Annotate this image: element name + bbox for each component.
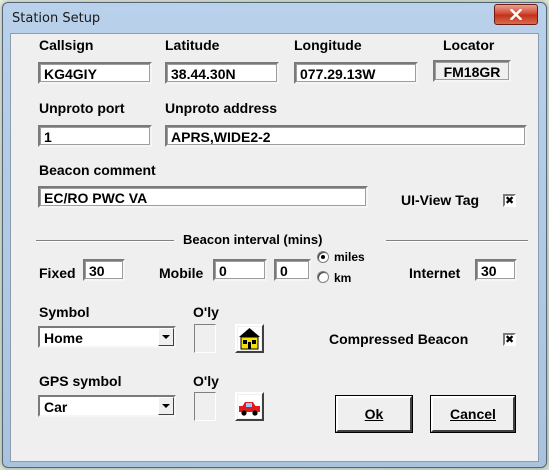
fixed-label: Fixed — [39, 265, 76, 281]
title-bar[interactable]: Station Setup — [3, 3, 546, 33]
uiview-tag-label: UI-View Tag — [401, 192, 480, 208]
chevron-down-icon — [162, 403, 170, 408]
internet-label: Internet — [409, 265, 461, 281]
overlay-label: O'ly — [193, 304, 219, 320]
divider-left — [36, 240, 174, 242]
gps-symbol-icon-button[interactable] — [235, 392, 264, 421]
check-mark-icon: ✖ — [505, 333, 515, 346]
check-mark-icon: ✖ — [505, 194, 515, 207]
gps-symbol-selected: Car — [44, 399, 68, 415]
dialog-body: Callsign Latitude Longitude Locator KG4G… — [10, 33, 539, 462]
unproto-port-input[interactable]: 1 — [38, 125, 152, 147]
beacon-comment-input[interactable]: EC/RO PWC VA — [38, 186, 368, 208]
cancel-button-label: Cancel — [450, 406, 496, 422]
mobile-distance-input[interactable]: 0 — [274, 259, 311, 281]
unproto-address-input[interactable]: APRS,WIDE2-2 — [165, 125, 527, 147]
gps-overlay-box[interactable] — [194, 392, 216, 421]
car-icon — [238, 395, 261, 418]
unproto-address-label: Unproto address — [165, 100, 278, 116]
gps-symbol-dropdown-button[interactable] — [158, 397, 174, 415]
window-title: Station Setup — [12, 11, 101, 26]
gps-symbol-label: GPS symbol — [39, 373, 122, 389]
ok-button[interactable]: Ok — [335, 395, 413, 433]
symbol-overlay-box[interactable] — [194, 324, 216, 353]
km-radio[interactable] — [317, 271, 329, 283]
internet-interval-input[interactable]: 30 — [475, 259, 517, 281]
symbol-icon-button[interactable] — [235, 324, 264, 353]
longitude-label: Longitude — [294, 37, 362, 53]
compressed-beacon-label: Compressed Beacon — [329, 331, 469, 347]
fixed-interval-input[interactable]: 30 — [83, 259, 125, 281]
divider-right — [386, 240, 528, 242]
latitude-input[interactable]: 38.44.30N — [165, 62, 279, 84]
compressed-beacon-checkbox[interactable]: ✖ — [503, 333, 516, 346]
ok-button-label: Ok — [364, 406, 384, 422]
miles-label: miles — [334, 250, 365, 264]
km-label: km — [334, 271, 352, 285]
symbol-dropdown[interactable]: Home — [38, 326, 176, 348]
longitude-input[interactable]: 077.29.13W — [294, 62, 418, 84]
locator-label: Locator — [443, 37, 495, 53]
mobile-label: Mobile — [159, 265, 204, 281]
miles-radio[interactable] — [317, 251, 329, 263]
gps-overlay-label: O'ly — [193, 373, 219, 389]
symbol-label: Symbol — [39, 304, 90, 320]
station-setup-dialog: Station Setup Callsign Latitude Longitud… — [2, 2, 547, 468]
chevron-down-icon — [162, 334, 170, 339]
uiview-tag-checkbox[interactable]: ✖ — [503, 194, 516, 207]
close-button[interactable] — [494, 4, 538, 25]
symbol-dropdown-button[interactable] — [158, 328, 174, 346]
symbol-selected: Home — [44, 330, 83, 346]
cancel-button[interactable]: Cancel — [430, 395, 516, 433]
beacon-interval-title: Beacon interval (mins) — [183, 232, 323, 247]
mobile-interval-input[interactable]: 0 — [213, 259, 267, 281]
latitude-label: Latitude — [165, 37, 220, 53]
callsign-input[interactable]: KG4GIY — [38, 62, 152, 84]
unproto-port-label: Unproto port — [39, 100, 125, 116]
gps-symbol-dropdown[interactable]: Car — [38, 395, 176, 417]
callsign-label: Callsign — [39, 37, 94, 53]
close-icon — [510, 9, 522, 20]
house-icon — [238, 327, 261, 350]
locator-value: FM18GR — [433, 60, 511, 82]
beacon-comment-label: Beacon comment — [39, 162, 156, 178]
